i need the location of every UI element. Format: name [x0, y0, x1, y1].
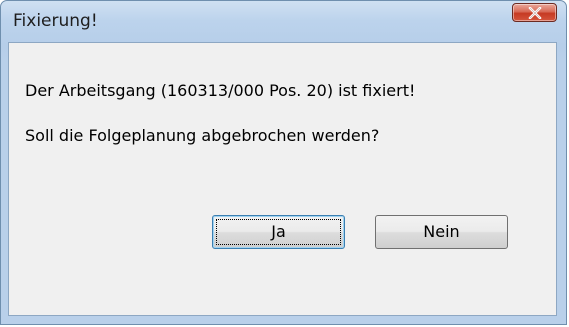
no-button[interactable]: Nein — [375, 215, 508, 249]
close-button[interactable] — [512, 3, 557, 22]
dialog-title: Fixierung! — [13, 11, 98, 31]
no-button-label: Nein — [423, 222, 460, 241]
yes-button[interactable]: Ja — [212, 215, 345, 249]
title-bar[interactable]: Fixierung! — [1, 1, 566, 43]
close-icon — [528, 7, 542, 19]
message-line-2: Soll die Folgeplanung abgebrochen werden… — [25, 126, 380, 145]
message-line-1: Der Arbeitsgang (160313/000 Pos. 20) ist… — [25, 81, 416, 100]
yes-button-label: Ja — [271, 222, 286, 241]
